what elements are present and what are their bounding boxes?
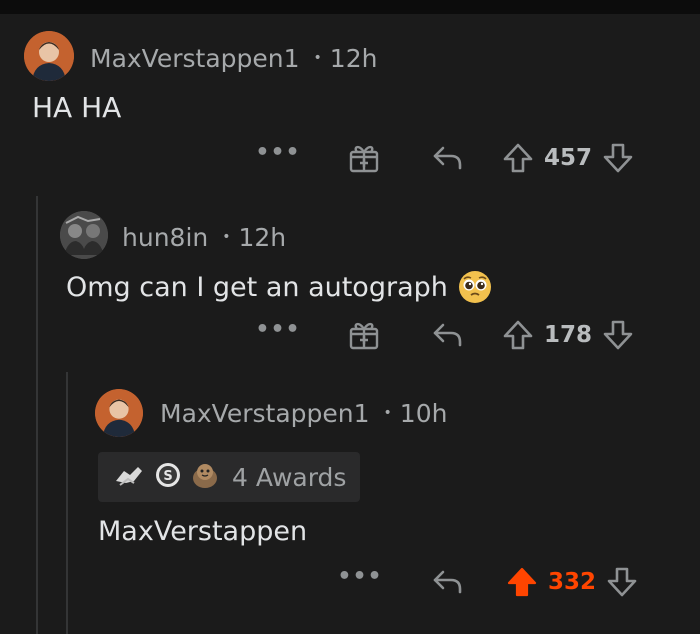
separator-dot: • xyxy=(383,405,392,421)
timestamp: 12h xyxy=(238,222,287,252)
more-icon[interactable]: ••• xyxy=(337,566,381,592)
username[interactable]: MaxVerstappen1 xyxy=(90,44,300,73)
comment-actions: ••• 457 xyxy=(255,138,678,178)
reply-icon[interactable] xyxy=(428,320,468,350)
comment-body: MaxVerstappen xyxy=(98,516,308,547)
avatar[interactable] xyxy=(60,211,108,259)
comment-meta: MaxVerstappen1 • 12h xyxy=(90,41,377,75)
upvote-icon[interactable] xyxy=(504,566,540,598)
username[interactable]: hun8in xyxy=(122,223,208,252)
awards-badge[interactable]: S 4 Awards xyxy=(98,452,361,502)
comment-body: HA HA xyxy=(32,91,122,124)
gift-icon[interactable] xyxy=(344,142,384,174)
comment-actions: ••• 178 xyxy=(255,315,678,355)
more-icon[interactable]: ••• xyxy=(255,319,299,345)
reply-icon[interactable] xyxy=(428,567,468,597)
comment-meta: MaxVerstappen1 • 10h xyxy=(160,396,447,430)
downvote-icon[interactable] xyxy=(600,319,636,351)
svg-text:S: S xyxy=(163,469,172,484)
reply-icon[interactable] xyxy=(428,143,468,173)
award-icon xyxy=(112,461,146,493)
gift-icon[interactable] xyxy=(344,319,384,351)
top-bar xyxy=(0,0,700,14)
comment-actions: ••• 332 xyxy=(337,562,680,602)
thread-line[interactable] xyxy=(66,372,68,634)
comment-meta: hun8in • 12h xyxy=(122,220,286,254)
downvote-icon[interactable] xyxy=(600,142,636,174)
award-icon: S xyxy=(154,461,182,493)
comment-body: Omg can I get an autograph xyxy=(66,270,492,304)
pleading-face-icon xyxy=(458,270,492,304)
avatar[interactable] xyxy=(95,389,143,437)
upvote-icon[interactable] xyxy=(500,142,536,174)
downvote-icon[interactable] xyxy=(604,566,640,598)
award-icon xyxy=(190,460,220,494)
separator-dot: • xyxy=(313,50,322,66)
vote-count: 457 xyxy=(544,145,593,171)
thread-line[interactable] xyxy=(36,196,38,634)
timestamp: 12h xyxy=(329,43,378,73)
separator-dot: • xyxy=(222,229,231,245)
username[interactable]: MaxVerstappen1 xyxy=(160,399,370,428)
vote-count: 178 xyxy=(544,322,593,348)
vote-count: 332 xyxy=(548,569,597,595)
upvote-icon[interactable] xyxy=(500,319,536,351)
timestamp: 10h xyxy=(399,398,448,428)
comment-text: Omg can I get an autograph xyxy=(66,271,448,303)
awards-label: 4 Awards xyxy=(232,462,347,492)
more-icon[interactable]: ••• xyxy=(255,142,299,168)
comment-thread: MaxVerstappen1 • 12h HA HA ••• 457 hun8i… xyxy=(0,0,700,634)
avatar[interactable] xyxy=(24,31,74,81)
